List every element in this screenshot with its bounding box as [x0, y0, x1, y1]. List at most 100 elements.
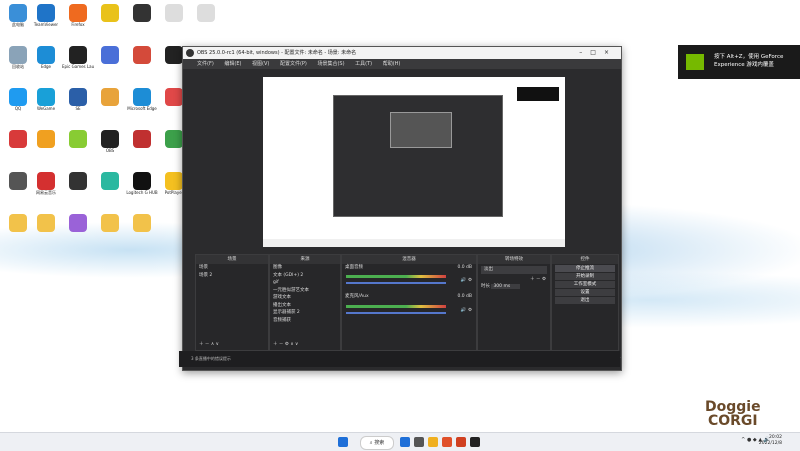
desktop-icon[interactable]: Edge: [30, 46, 62, 69]
source-item[interactable]: gif: [270, 279, 340, 287]
maximize-icon[interactable]: □: [590, 49, 604, 56]
scenes-dock-title: 场景: [196, 255, 268, 264]
desktop-icon[interactable]: [126, 46, 158, 64]
watermark-line1: Doggie: [705, 399, 761, 415]
obs-preview-canvas[interactable]: [263, 77, 565, 247]
desktop-icon[interactable]: [94, 46, 126, 64]
volume-slider[interactable]: [346, 312, 446, 314]
app-icon: [101, 130, 119, 148]
geforce-notification[interactable]: 按下 Alt+Z，使用 GeForce Experience 游戏内覆盖: [678, 45, 800, 79]
volume-slider[interactable]: [346, 282, 446, 284]
app-icon: [133, 46, 151, 64]
desktop-icon[interactable]: WeGame: [30, 88, 62, 111]
desktop-icon[interactable]: [94, 172, 126, 190]
mixer-track-db: 0.0 dB: [457, 265, 472, 270]
app-icon: [9, 172, 27, 190]
desktop-icon[interactable]: [62, 130, 94, 148]
desktop-icon[interactable]: 网易云音乐: [30, 172, 62, 195]
app-icon: [9, 4, 27, 22]
taskbar-search[interactable]: ⌕ 搜索: [360, 436, 394, 450]
nvidia-logo-icon: [686, 54, 704, 70]
taskbar-app-icon[interactable]: [400, 437, 410, 447]
source-item[interactable]: 图像: [270, 264, 340, 272]
speaker-icon[interactable]: 🔊 ⚙: [458, 307, 472, 315]
desktop-icon[interactable]: TeamViewer: [30, 4, 62, 27]
scene-item[interactable]: 场景 2: [196, 272, 268, 280]
desktop-icon[interactable]: Logitech G HUB: [126, 172, 158, 195]
transitions-dock: 转场特效 淡出 ＋ － ⚙ 时长 300 ms: [477, 254, 551, 351]
search-icon: ⌕: [369, 440, 373, 446]
desktop-icon[interactable]: [30, 214, 62, 232]
audio-mixer-dock: 混音器 桌面音频 0.0 dB 🔊 ⚙ 麦克风/Aux 0.0 dB 🔊 ⚙: [341, 254, 477, 351]
app-icon: [101, 172, 119, 190]
duration-row: 时长 300 ms: [478, 283, 550, 291]
app-icon: [9, 88, 27, 106]
obs-window[interactable]: OBS 25.0.0-rc1 (64-bit, windows) - 配置文件:…: [182, 46, 622, 371]
desktop-icon-label: TeamViewer: [33, 22, 59, 27]
scenes-toolbar[interactable]: ＋ － ∧ ∨: [196, 341, 219, 349]
obs-menu-bar: 文件(F) 编辑(E) 视图(V) 配置文件(P) 场景集合(S) 工具(T) …: [183, 59, 621, 69]
studio-mode-button[interactable]: 工作室模式: [555, 281, 615, 288]
menu-scene-collection[interactable]: 场景集合(S): [317, 61, 344, 67]
desktop-icon[interactable]: [190, 4, 222, 22]
exit-button[interactable]: 退出: [555, 297, 615, 304]
desktop-icon[interactable]: [126, 4, 158, 22]
menu-profile[interactable]: 配置文件(P): [280, 61, 307, 67]
taskbar-app-icon[interactable]: [470, 437, 480, 447]
clock-date: 2022/12/8: [758, 441, 782, 446]
desktop-icon[interactable]: OBS: [94, 130, 126, 153]
source-item[interactable]: 一元胜似游艺文本: [270, 287, 340, 295]
menu-edit[interactable]: 编辑(E): [224, 61, 241, 67]
menu-file[interactable]: 文件(F): [197, 61, 214, 67]
desktop-icon[interactable]: SE: [62, 88, 94, 111]
app-icon: [133, 130, 151, 148]
start-icon[interactable]: [338, 437, 348, 447]
transition-select[interactable]: 淡出: [481, 266, 547, 274]
app-icon: [165, 46, 183, 64]
desktop-icon[interactable]: [62, 214, 94, 232]
desktop-icon[interactable]: [158, 4, 190, 22]
desktop-icon[interactable]: [30, 130, 62, 148]
desktop-icon[interactable]: Firefox: [62, 4, 94, 27]
taskbar-app-icon[interactable]: [428, 437, 438, 447]
desktop-icon[interactable]: [126, 214, 158, 232]
menu-view[interactable]: 视图(V): [252, 61, 269, 67]
source-item[interactable]: 游戏文本: [270, 294, 340, 302]
speaker-icon[interactable]: 🔊 ⚙: [458, 277, 472, 285]
nested-preview-inner: [390, 112, 452, 148]
clock[interactable]: 20:02 2022/12/8: [759, 435, 782, 447]
menu-help[interactable]: 帮助(H): [383, 61, 401, 67]
desktop-icon-label: Logitech G HUB: [126, 190, 158, 195]
taskbar-app-icon[interactable]: [442, 437, 452, 447]
desktop-icon[interactable]: [62, 172, 94, 190]
source-item[interactable]: 播出文本: [270, 302, 340, 310]
menu-tools[interactable]: 工具(T): [355, 61, 372, 67]
settings-button[interactable]: 设置: [555, 289, 615, 296]
desktop-icon[interactable]: Microsoft Edge: [126, 88, 158, 111]
source-item[interactable]: 音频捕获: [270, 317, 340, 325]
app-icon: [9, 214, 27, 232]
desktop-icon[interactable]: [94, 4, 126, 22]
app-icon: [133, 172, 151, 190]
stop-streaming-button[interactable]: 停止推流: [555, 265, 615, 272]
start-recording-button[interactable]: 开始录制: [555, 273, 615, 280]
transition-add-remove[interactable]: ＋ － ⚙: [478, 276, 550, 284]
desktop-icon[interactable]: [94, 88, 126, 106]
scene-item[interactable]: 场景: [196, 264, 268, 272]
taskbar-app-icon[interactable]: [414, 437, 424, 447]
app-icon: [69, 172, 87, 190]
close-icon[interactable]: ×: [604, 49, 617, 56]
minimize-icon[interactable]: –: [579, 49, 590, 56]
taskbar-app-icon[interactable]: [456, 437, 466, 447]
obs-title-bar[interactable]: OBS 25.0.0-rc1 (64-bit, windows) - 配置文件:…: [183, 47, 621, 59]
source-item[interactable]: 显示器捕获 2: [270, 309, 340, 317]
desktop-icon-label: Microsoft Edge: [127, 106, 157, 111]
source-item[interactable]: 文本 (GDI+) 2: [270, 272, 340, 280]
duration-input[interactable]: 300 ms: [491, 284, 521, 289]
search-label: 搜索: [374, 440, 385, 446]
sources-toolbar[interactable]: ＋ － ⚙ ∧ ∨: [270, 341, 298, 349]
desktop-icon[interactable]: [126, 130, 158, 148]
desktop-icon[interactable]: Epic Games Launcher: [62, 46, 94, 69]
desktop-icon[interactable]: [94, 214, 126, 232]
window-controls[interactable]: –□×: [579, 47, 617, 59]
